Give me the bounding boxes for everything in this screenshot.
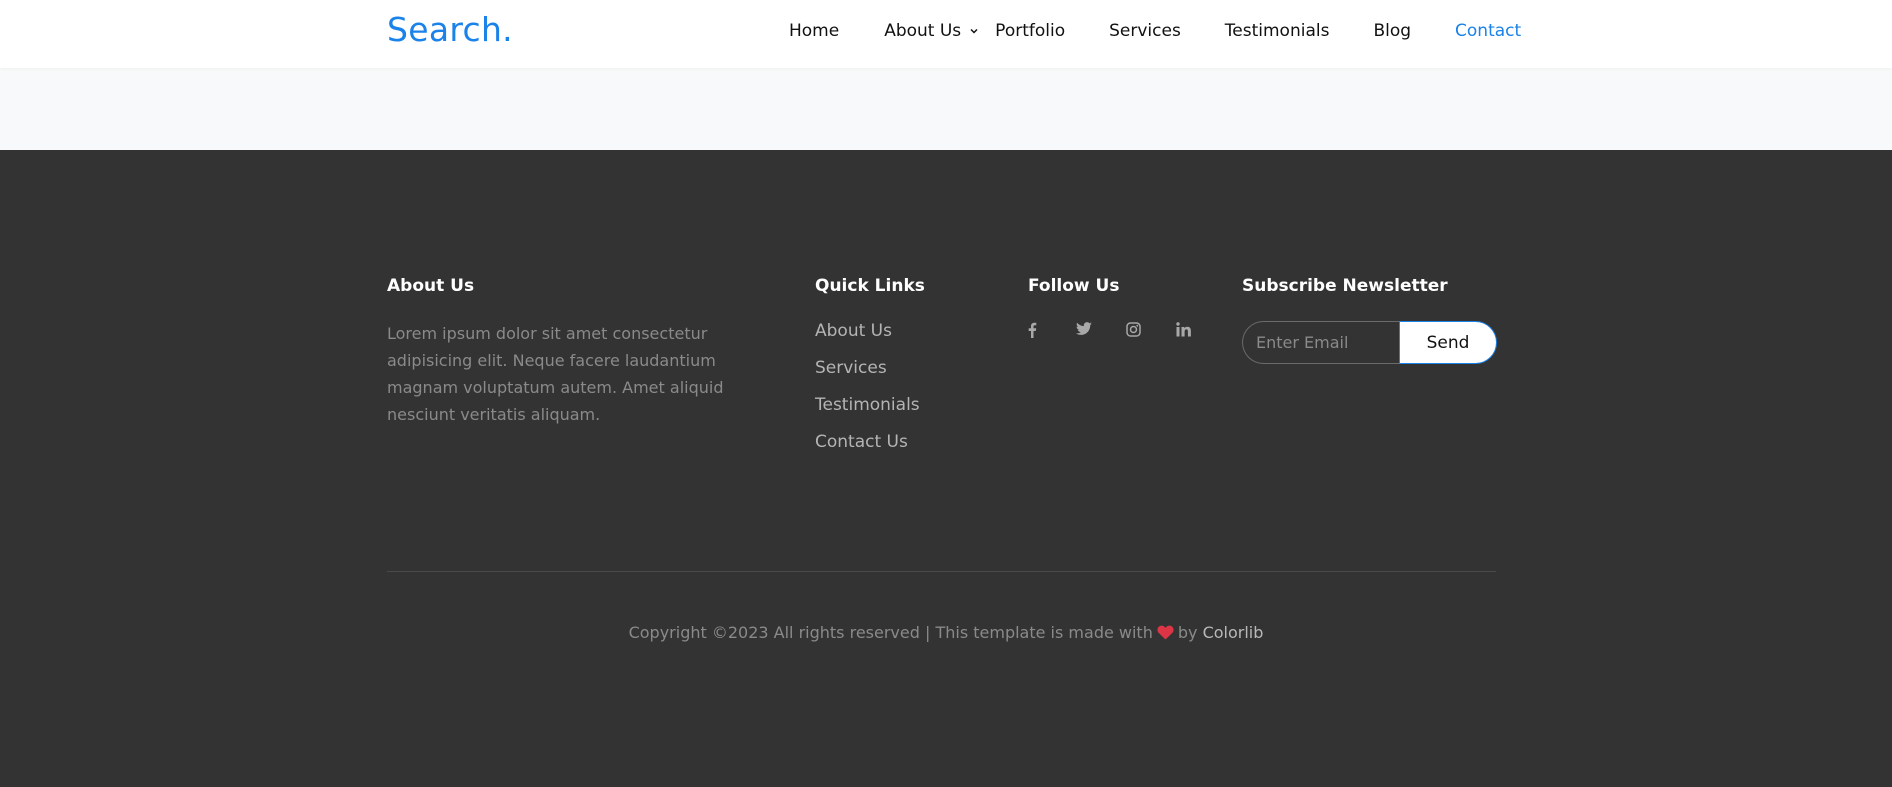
quick-link-services[interactable]: Services xyxy=(815,358,887,378)
quick-link-contact-us[interactable]: Contact Us xyxy=(815,432,908,452)
list-item: About Us xyxy=(815,321,920,358)
colorlib-link[interactable]: Colorlib xyxy=(1203,623,1264,642)
newsletter-form: Send xyxy=(1242,321,1497,364)
footer-divider xyxy=(387,571,1496,572)
site-footer: About Us Lorem ipsum dolor sit amet cons… xyxy=(0,150,1892,787)
list-item: Testimonials xyxy=(815,395,920,432)
about-title: About Us xyxy=(387,276,475,296)
copyright: Copyright ©2023 All rights reserved | Th… xyxy=(0,623,1892,644)
list-item: Contact Us xyxy=(815,432,920,469)
nav-blog[interactable]: Blog xyxy=(1373,21,1411,41)
quick-link-about-us[interactable]: About Us xyxy=(815,321,892,341)
send-button[interactable]: Send xyxy=(1399,321,1497,364)
nav-services[interactable]: Services xyxy=(1109,21,1181,41)
nav-portfolio[interactable]: Portfolio xyxy=(995,21,1065,41)
copyright-by: by xyxy=(1177,623,1198,642)
site-logo[interactable]: Search. xyxy=(387,10,513,49)
linkedin-icon[interactable] xyxy=(1176,322,1226,342)
nav-testimonials[interactable]: Testimonials xyxy=(1225,21,1330,41)
quick-link-testimonials[interactable]: Testimonials xyxy=(815,395,920,415)
social-links xyxy=(1026,322,1226,342)
newsletter-title: Subscribe Newsletter xyxy=(1242,276,1448,296)
hero-strip xyxy=(0,68,1892,150)
heart-icon xyxy=(1157,625,1174,644)
main-nav: Home About Us Portfolio Services Testimo… xyxy=(789,21,1521,41)
facebook-icon[interactable] xyxy=(1026,322,1076,342)
twitter-icon[interactable] xyxy=(1076,322,1126,342)
nav-about-us[interactable]: About Us xyxy=(884,21,961,41)
chevron-down-icon[interactable] xyxy=(969,26,981,36)
quick-links-title: Quick Links xyxy=(815,276,925,296)
list-item: Services xyxy=(815,358,920,395)
site-header: Search. Home About Us Portfolio Services… xyxy=(0,0,1892,68)
about-text: Lorem ipsum dolor sit amet consectetur a… xyxy=(387,324,724,424)
email-field[interactable] xyxy=(1242,321,1400,364)
nav-contact[interactable]: Contact xyxy=(1455,21,1521,41)
nav-home[interactable]: Home xyxy=(789,21,839,41)
quick-links-list: About Us Services Testimonials Contact U… xyxy=(815,321,920,469)
instagram-icon[interactable] xyxy=(1126,322,1176,342)
copyright-text: Copyright ©2023 All rights reserved | Th… xyxy=(628,623,1153,642)
follow-us-title: Follow Us xyxy=(1028,276,1120,296)
